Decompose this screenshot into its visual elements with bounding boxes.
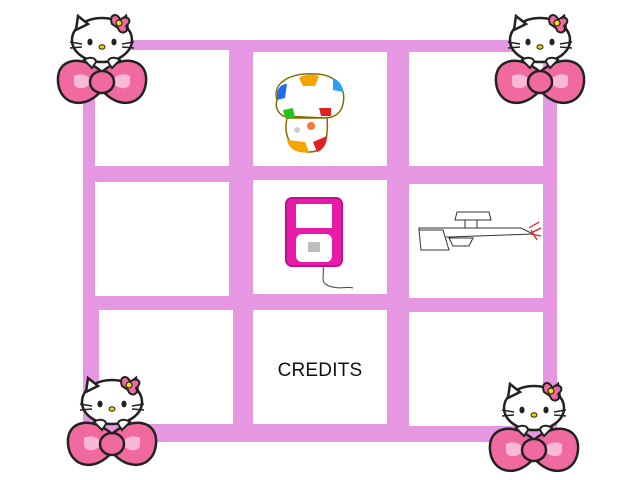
grid-cell-mushroom[interactable] bbox=[253, 52, 387, 166]
hello-kitty-bow-icon-top-left bbox=[56, 13, 148, 105]
sniper-rifle-icon bbox=[418, 211, 542, 251]
grid-cell-empty-r2c1[interactable] bbox=[95, 182, 229, 296]
spotted-mushroom-icon bbox=[275, 73, 345, 153]
hello-kitty-bow-icon-bottom-left bbox=[66, 375, 158, 467]
grid-cell-music-player[interactable] bbox=[253, 180, 387, 294]
credits-button[interactable]: CREDITS bbox=[253, 310, 387, 424]
credits-label: CREDITS bbox=[277, 360, 363, 381]
pink-mp3-player-icon bbox=[285, 197, 354, 289]
hello-kitty-bow-icon-bottom-right bbox=[488, 381, 580, 473]
grid-cell-rifle[interactable] bbox=[409, 184, 543, 298]
hello-kitty-bow-icon-top-right bbox=[494, 13, 586, 105]
